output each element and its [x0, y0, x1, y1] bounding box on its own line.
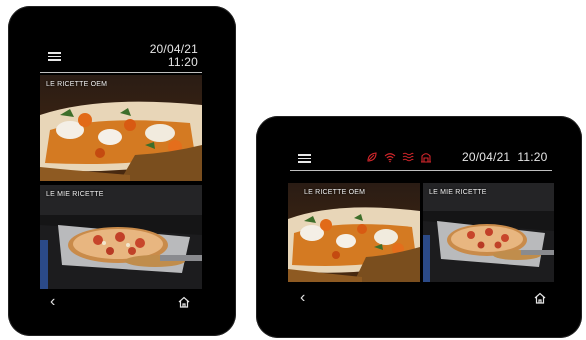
tile-my-recipes[interactable]: LE MIE RICETTE [423, 183, 554, 282]
tile-label-oem: LE RICETTE OEM [304, 189, 366, 196]
bottom-nav: ‹ [40, 290, 202, 314]
home-icon[interactable] [534, 292, 546, 304]
leaf-icon [367, 152, 377, 162]
oven-icon [421, 153, 431, 163]
pizza-closeup-image [40, 75, 202, 181]
menu-icon[interactable] [298, 154, 311, 163]
datetime-text: 20/04/21 11:20 [462, 150, 548, 164]
pizza-closeup-image [288, 183, 420, 282]
header-divider [290, 170, 552, 171]
tile-label-my: LE MIE RICETTE [46, 191, 104, 198]
status-icons [366, 151, 432, 163]
chevron-left-icon[interactable]: ‹ [300, 290, 305, 306]
tile-oem-recipes[interactable]: LE RICETTE OEM [288, 183, 420, 282]
bottom-nav: ‹ [288, 286, 554, 310]
time-text: 11:20 [167, 55, 198, 69]
pizza-oven-image [423, 183, 554, 282]
tile-label-oem: LE RICETTE OEM [46, 81, 108, 88]
portrait-device: 20/04/21 11:20 LE RICETTE OEM LE MIE RIC… [8, 6, 236, 336]
menu-icon[interactable] [48, 52, 61, 61]
chevron-left-icon[interactable]: ‹ [50, 294, 55, 310]
tile-label-my: LE MIE RICETTE [429, 189, 487, 196]
tile-oem-recipes[interactable]: LE RICETTE OEM [40, 75, 202, 181]
landscape-device: 20/04/21 11:20 LE RICETTE OEM LE MIE RIC… [256, 116, 582, 338]
header-divider [40, 72, 202, 73]
home-icon[interactable] [178, 296, 190, 308]
tile-my-recipes[interactable]: LE MIE RICETTE [40, 185, 202, 289]
pizza-oven-image [40, 185, 202, 289]
datetime: 20/04/21 11:20 [462, 151, 548, 164]
heating-icon [402, 152, 414, 162]
datetime: 20/04/21 11:20 [150, 43, 198, 69]
wifi-icon [384, 153, 396, 163]
